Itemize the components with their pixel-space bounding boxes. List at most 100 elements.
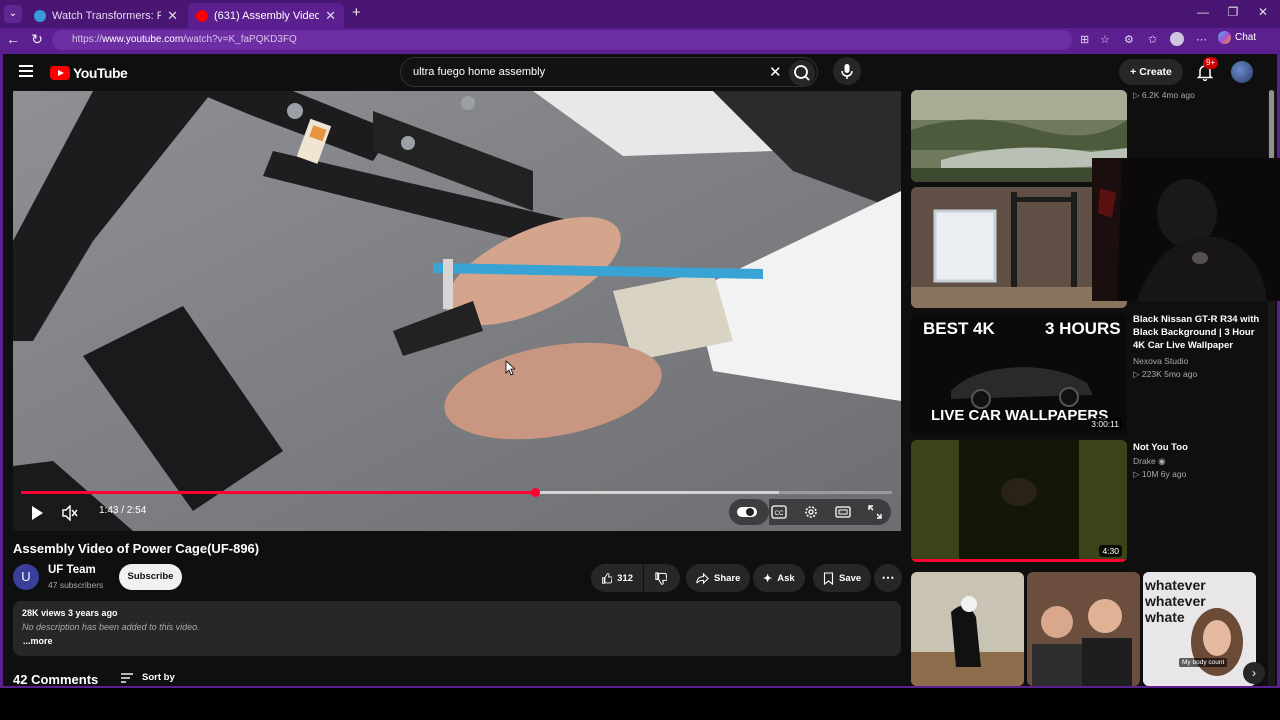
split-view-icon[interactable]: ⊞: [1080, 33, 1089, 46]
favorite-star-icon[interactable]: ☆: [1100, 33, 1110, 46]
short-thumbnail[interactable]: whatever whatever whate My body count: [1143, 572, 1256, 686]
ask-label: Ask: [777, 572, 795, 584]
refresh-icon[interactable]: ↻: [27, 31, 47, 48]
dislike-button[interactable]: [644, 564, 680, 592]
recommendation-title[interactable]: Black Nissan GT-R R34 with Black Backgro…: [1133, 313, 1269, 352]
svg-text:whate: whate: [1144, 609, 1185, 625]
youtube-favicon-icon: [196, 9, 208, 22]
sort-comments-button[interactable]: Sort by: [120, 672, 175, 683]
menu-icon[interactable]: [19, 65, 33, 77]
svg-text:whatever: whatever: [1144, 577, 1206, 593]
youtube-page: YouTube ultra fuego home assembly ✕ + Cr…: [3, 54, 1277, 686]
recommendation-stats: ▷ 10M 6y ago: [1133, 469, 1187, 479]
restore-button[interactable]: ❐: [1218, 5, 1248, 19]
tab-strip: ⌄ Watch Transformers: Revenge of th ✕ (6…: [0, 0, 1280, 28]
youtube-logo[interactable]: YouTube: [50, 65, 128, 81]
recommendation-thumbnail[interactable]: 4:30: [911, 440, 1127, 562]
address-bar[interactable]: https://www.youtube.com/watch?v=K_faPQKD…: [52, 30, 1072, 50]
autoplay-toggle-icon[interactable]: [736, 505, 758, 519]
tab-transformers[interactable]: Watch Transformers: Revenge of th ✕: [26, 3, 186, 28]
save-label: Save: [839, 572, 862, 584]
mouse-cursor-icon: [505, 360, 515, 376]
like-button[interactable]: 312: [591, 564, 643, 592]
scrubber-handle[interactable]: [530, 488, 540, 497]
back-icon[interactable]: ←: [3, 31, 23, 47]
more-actions-button[interactable]: ⋯: [874, 564, 902, 592]
short-thumbnail[interactable]: [1027, 572, 1140, 686]
url-prefix: https://: [72, 34, 103, 45]
play-icon[interactable]: [29, 505, 45, 521]
minimize-button[interactable]: —: [1188, 5, 1218, 19]
share-button[interactable]: Share: [686, 564, 751, 592]
show-more-link[interactable]: ...more: [23, 636, 53, 646]
save-button[interactable]: Save: [813, 564, 872, 592]
clear-search-icon[interactable]: ✕: [769, 63, 782, 81]
close-window-button[interactable]: ✕: [1248, 5, 1278, 19]
channel-text: Drake: [1133, 456, 1156, 466]
youtube-wordmark: YouTube: [73, 65, 128, 81]
video-title: Assembly Video of Power Cage(UF-896): [13, 541, 260, 556]
account-avatar[interactable]: [1231, 61, 1253, 83]
recommendation-stats: ▷ 6.2K 4mo ago: [1133, 90, 1195, 100]
svg-text:whatever: whatever: [1144, 593, 1206, 609]
thumb-caption: LIVE CAR WALLPAPERS: [931, 407, 1109, 424]
duration-badge: 3:00:11: [1088, 418, 1122, 430]
search-icon: [794, 65, 810, 81]
youtube-header: YouTube ultra fuego home assembly ✕ + Cr…: [3, 54, 1277, 90]
new-tab-button[interactable]: +: [352, 4, 361, 21]
theater-mode-icon[interactable]: [835, 505, 851, 519]
watch-progress-bar: [911, 559, 1127, 562]
sort-label: Sort by: [142, 672, 175, 683]
short-thumbnail[interactable]: [911, 572, 1024, 686]
url-path: /watch?v=K_faPQKD3FQ: [183, 34, 297, 45]
browser-window: ⌄ Watch Transformers: Revenge of th ✕ (6…: [0, 0, 1280, 688]
webcam-person-image: [1092, 158, 1280, 301]
voice-search-button[interactable]: [833, 57, 861, 85]
close-tab-icon[interactable]: ✕: [167, 8, 178, 24]
search-box[interactable]: ultra fuego home assembly ✕: [400, 57, 818, 87]
scrollbar-thumb[interactable]: [1269, 90, 1274, 160]
svg-text:CC: CC: [775, 511, 784, 517]
ask-button[interactable]: ✦ Ask: [753, 564, 805, 592]
address-bar-row: ← ↻ https://www.youtube.com/watch?v=K_fa…: [0, 28, 1280, 52]
extensions-icon[interactable]: ⚙: [1124, 33, 1134, 46]
recommendation-channel[interactable]: Drake ◉: [1133, 456, 1165, 467]
channel-name[interactable]: UF Team: [48, 564, 96, 576]
duration-badge: 4:30: [1099, 545, 1122, 557]
sparkle-icon: ✦: [763, 572, 773, 585]
recommendation-thumbnail[interactable]: BEST 4K 3 HOURS LIVE CAR WALLPAPERS 3:00…: [911, 313, 1127, 435]
subscribe-button[interactable]: Subscribe: [119, 564, 182, 590]
profile-icon[interactable]: [1170, 32, 1184, 46]
channel-avatar[interactable]: U: [13, 564, 39, 590]
short-caption: My body count: [1179, 658, 1228, 667]
description-box[interactable]: 28K views 3 years ago No description has…: [13, 601, 901, 656]
video-player[interactable]: 1:43 / 2:54 CC: [13, 91, 901, 531]
chat-label: Chat: [1235, 32, 1257, 43]
search-input[interactable]: ultra fuego home assembly: [413, 66, 545, 78]
recommendation-stats: ▷ 223K 5mo ago: [1133, 369, 1198, 379]
notification-count-badge: 9+: [1203, 57, 1219, 69]
webcam-overlay: [1092, 158, 1280, 301]
recommendation-channel[interactable]: Nexova Studio: [1133, 356, 1188, 366]
close-tab-icon[interactable]: ✕: [325, 8, 336, 24]
recommendation-title[interactable]: Not You Too: [1133, 441, 1269, 454]
share-label: Share: [714, 572, 741, 584]
tab-youtube[interactable]: (631) Assembly Video of Power Ca ✕: [188, 3, 344, 28]
more-icon[interactable]: ⋯: [1196, 33, 1207, 46]
description-text: No description has been added to this vi…: [22, 622, 200, 632]
fullscreen-icon[interactable]: [867, 504, 883, 520]
create-button[interactable]: + Create: [1119, 59, 1183, 85]
captions-icon[interactable]: CC: [771, 505, 787, 519]
create-label: Create: [1139, 66, 1172, 78]
share-icon: [696, 572, 709, 584]
subscriber-count: 47 subscribers: [48, 580, 104, 590]
stat-text: 223K 5mo ago: [1141, 369, 1198, 379]
shorts-next-button[interactable]: ›: [1243, 662, 1265, 684]
search-button[interactable]: [789, 60, 815, 86]
settings-gear-icon[interactable]: [803, 504, 819, 520]
copilot-icon: [1218, 31, 1231, 44]
tab-list-button[interactable]: ⌄: [4, 5, 22, 23]
favorites-icon[interactable]: ✩: [1148, 33, 1157, 46]
chat-button[interactable]: Chat: [1218, 31, 1256, 44]
mute-icon[interactable]: [61, 505, 79, 521]
